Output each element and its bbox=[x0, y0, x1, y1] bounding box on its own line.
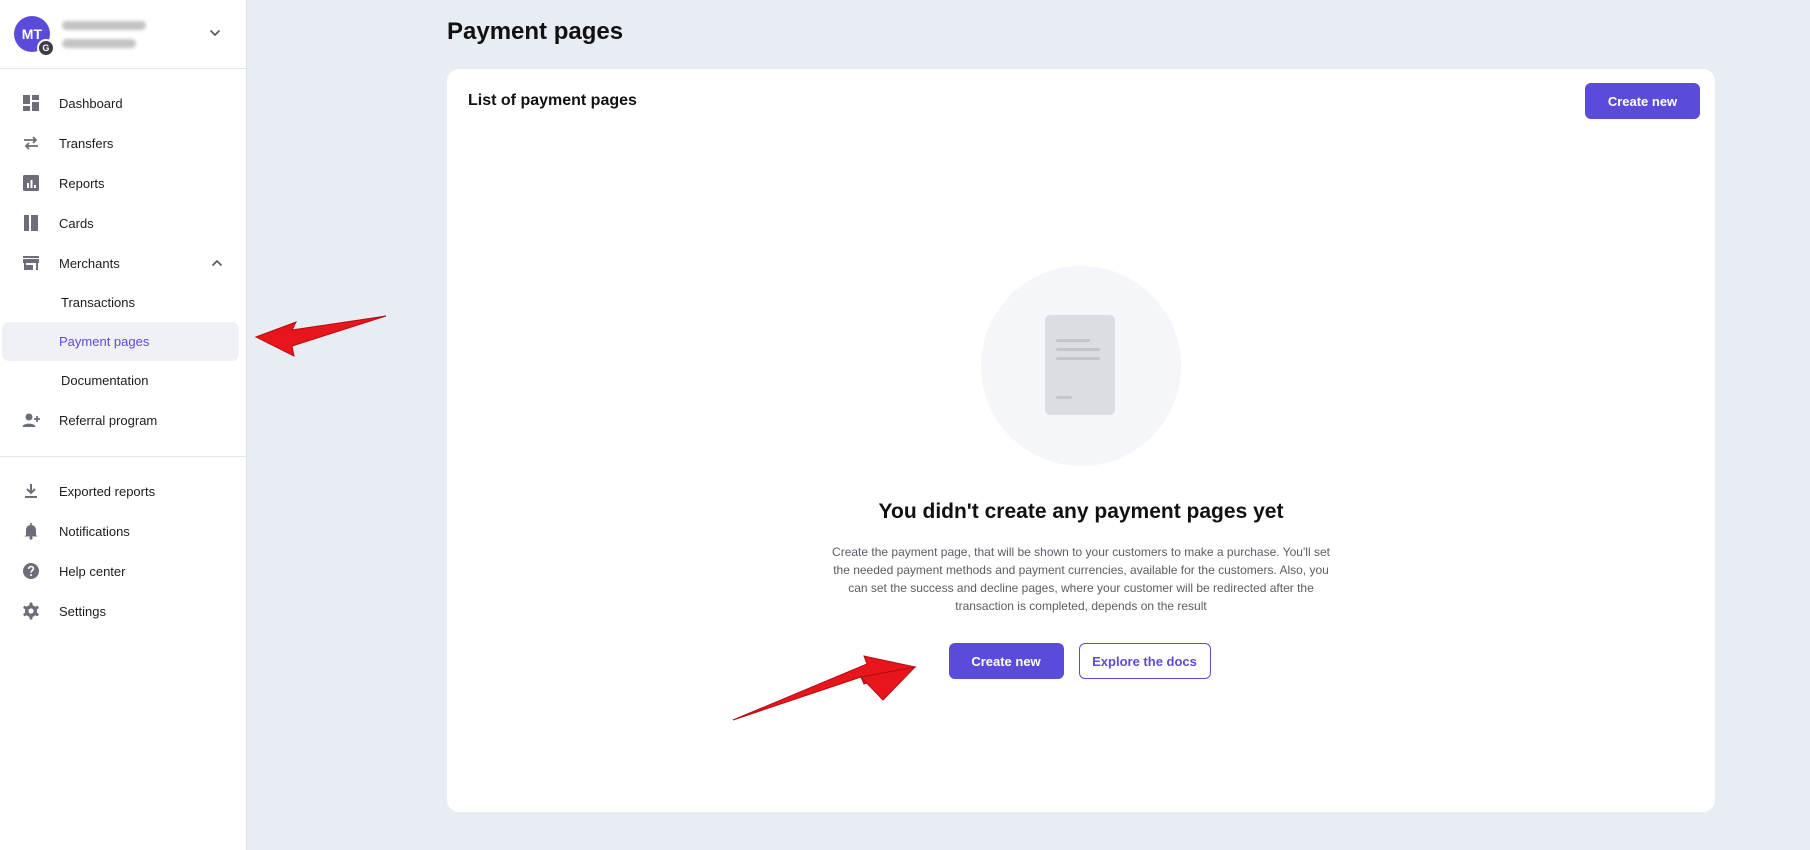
sidebar-item-notifications[interactable]: Notifications bbox=[0, 511, 246, 551]
reports-icon bbox=[22, 174, 40, 192]
annotation-arrow-sidebar bbox=[254, 315, 387, 357]
sidebar-item-label: Help center bbox=[59, 563, 126, 579]
sidebar: MT G Dashboard Transfers Reports Cards M… bbox=[0, 0, 247, 850]
sidebar-subitem-transactions[interactable]: Transactions bbox=[2, 283, 239, 322]
page-title: Payment pages bbox=[447, 18, 624, 45]
main-nav: Dashboard Transfers Reports Cards Mercha… bbox=[0, 69, 246, 631]
create-new-button[interactable]: Create new bbox=[1585, 83, 1700, 119]
avatar-badge: G bbox=[37, 39, 55, 57]
avatar: MT G bbox=[14, 16, 55, 57]
explore-docs-button[interactable]: Explore the docs bbox=[1078, 643, 1211, 679]
sidebar-item-cards[interactable]: Cards bbox=[0, 203, 246, 243]
dashboard-icon bbox=[22, 94, 40, 112]
add-person-icon bbox=[22, 411, 40, 429]
empty-state-description: Create the payment page, that will be sh… bbox=[832, 545, 1330, 613]
sidebar-item-label: Referral program bbox=[59, 412, 158, 428]
chevron-down-icon[interactable] bbox=[208, 26, 222, 40]
empty-state-title: You didn't create any payment pages yet bbox=[878, 500, 1284, 523]
sidebar-item-referral-program[interactable]: Referral program bbox=[0, 400, 246, 440]
sidebar-item-dashboard[interactable]: Dashboard bbox=[0, 83, 246, 123]
account-switcher[interactable]: MT G bbox=[0, 0, 246, 69]
transfers-icon bbox=[22, 134, 40, 152]
redacted-account-name bbox=[62, 20, 146, 30]
chevron-up-icon[interactable] bbox=[210, 256, 224, 270]
sidebar-item-label: Notifications bbox=[59, 523, 130, 539]
sidebar-item-transfers[interactable]: Transfers bbox=[0, 123, 246, 163]
store-icon bbox=[22, 254, 40, 272]
gear-icon bbox=[22, 602, 40, 620]
sidebar-item-label: Settings bbox=[59, 603, 106, 619]
empty-state-illustration bbox=[981, 266, 1181, 466]
account-names-redacted bbox=[62, 20, 146, 48]
card-title: List of payment pages bbox=[468, 92, 637, 109]
empty-state-create-button[interactable]: Create new bbox=[948, 643, 1064, 679]
payment-pages-card: List of payment pages Create new You did… bbox=[447, 69, 1715, 812]
sidebar-item-label: Reports bbox=[59, 175, 105, 191]
sidebar-item-reports[interactable]: Reports bbox=[0, 163, 246, 203]
sidebar-item-label: Dashboard bbox=[59, 95, 123, 111]
sidebar-item-merchants[interactable]: Merchants bbox=[0, 243, 246, 283]
redacted-account-subtitle bbox=[62, 38, 136, 48]
empty-state-actions: Create new Explore the docs bbox=[447, 643, 1715, 679]
sidebar-item-label: Merchants bbox=[59, 255, 120, 271]
cards-icon bbox=[22, 214, 40, 232]
sidebar-item-label: Transfers bbox=[59, 135, 114, 151]
help-icon bbox=[22, 562, 40, 580]
sidebar-item-label: Cards bbox=[59, 215, 94, 231]
avatar-initials: MT bbox=[21, 26, 43, 42]
sidebar-subitem-payment-pages[interactable]: Payment pages bbox=[2, 322, 239, 361]
sidebar-item-settings[interactable]: Settings bbox=[0, 591, 246, 631]
sidebar-item-exported-reports[interactable]: Exported reports bbox=[0, 471, 246, 511]
sidebar-item-help-center[interactable]: Help center bbox=[0, 551, 246, 591]
document-icon bbox=[1045, 315, 1115, 415]
sidebar-divider bbox=[0, 456, 246, 457]
bell-icon bbox=[22, 522, 40, 540]
download-icon bbox=[22, 482, 40, 500]
sidebar-subitem-documentation[interactable]: Documentation bbox=[2, 361, 239, 400]
sidebar-item-label: Exported reports bbox=[59, 483, 156, 499]
